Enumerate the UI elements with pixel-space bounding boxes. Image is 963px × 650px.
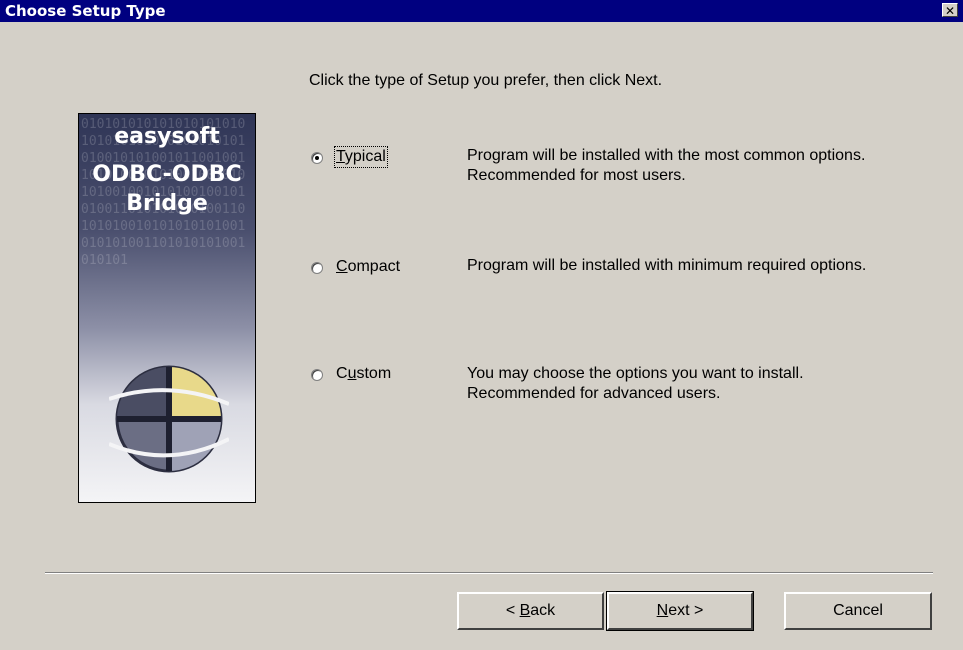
compact-label[interactable]: Compact — [336, 258, 400, 276]
typical-radio[interactable] — [311, 152, 323, 164]
product-banner: 0101010101010101010101010101010101010101… — [78, 113, 256, 503]
banner-product-line2: Bridge — [126, 191, 208, 216]
typical-label[interactable]: Typical — [334, 146, 388, 168]
back-button[interactable]: < Back — [457, 592, 604, 630]
custom-radio[interactable] — [311, 369, 323, 381]
typical-description: Program will be installed with the most … — [467, 147, 866, 184]
instruction-text: Click the type of Setup you prefer, then… — [309, 72, 663, 89]
close-icon: ✕ — [944, 4, 956, 18]
banner-product-line1: ODBC-ODBC — [92, 162, 242, 187]
banner-brand: easysoft — [114, 124, 220, 149]
separator — [45, 572, 933, 574]
compact-description: Program will be installed with minimum r… — [467, 257, 867, 274]
banner-binary-pattern: 0101010101010101010101010101010101010101… — [81, 117, 246, 268]
title-bar: Choose Setup Type ✕ — [0, 0, 963, 22]
custom-description: You may choose the options you want to i… — [467, 365, 804, 402]
compact-radio[interactable] — [311, 262, 323, 274]
window-title: Choose Setup Type — [5, 2, 166, 20]
next-button[interactable]: Next > — [606, 591, 754, 631]
custom-label[interactable]: Custom — [336, 365, 391, 383]
radio-selected-dot — [315, 156, 319, 160]
close-button[interactable]: ✕ — [942, 3, 958, 18]
cancel-button[interactable]: Cancel — [784, 592, 932, 630]
globe-logo-icon — [109, 365, 229, 473]
